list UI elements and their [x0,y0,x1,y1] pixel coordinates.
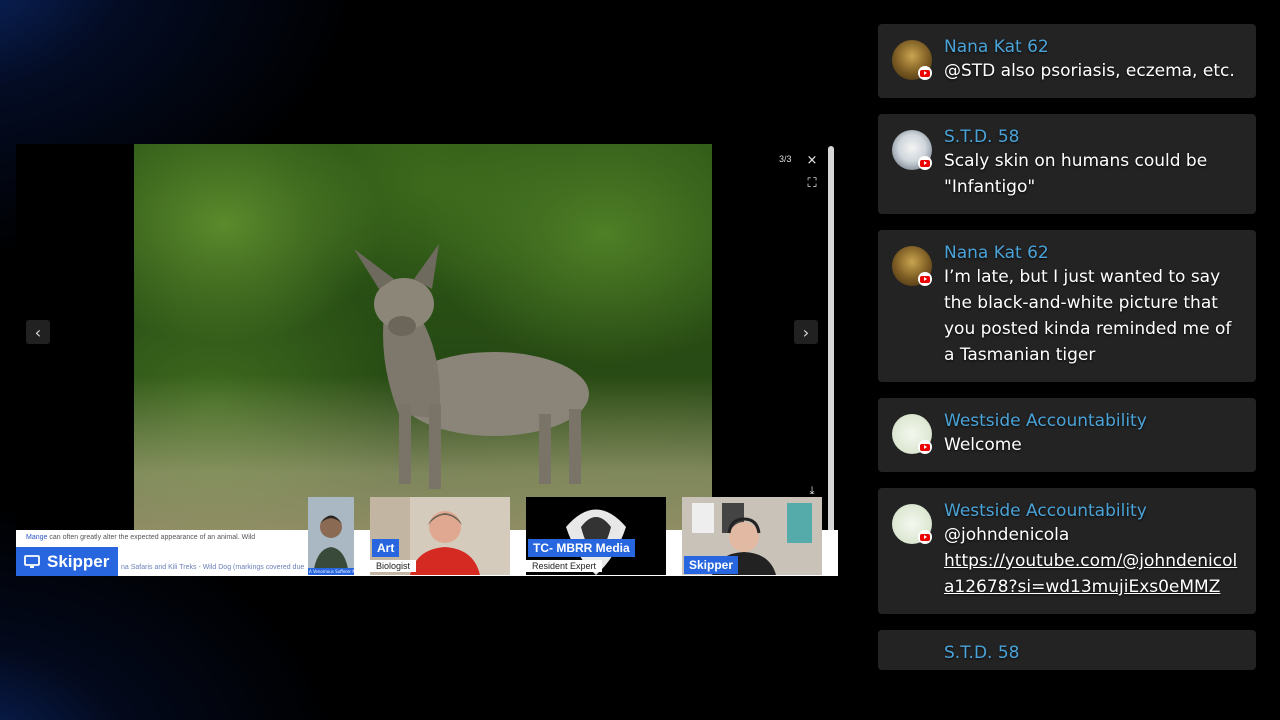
chat-author[interactable]: Westside Accountability [944,410,1242,432]
youtube-icon [918,530,932,544]
close-icon: × [806,152,818,168]
caption-line-1: Mange can often greatly alter the expect… [26,534,255,541]
youtube-icon [918,272,932,286]
chat-author[interactable]: Westside Accountability [944,500,1242,522]
chat-message-partial: S.T.D. 58 [878,630,1256,670]
fullscreen-button[interactable]: ⛶ [804,175,820,191]
download-icon: ⤓ [809,483,815,497]
close-viewer-button[interactable]: × [804,152,820,168]
next-image-button[interactable]: › [794,320,818,344]
chat-text: @johndenicola [944,525,1070,545]
scrollbar[interactable] [828,146,834,556]
video-tile-tc-mbrr[interactable]: TC- MBRR Media Resident Expert [526,497,666,575]
chevron-left-icon: ‹ [34,322,42,342]
video-tile-skipper[interactable]: Skipper [682,497,822,575]
chat-text: Scaly skin on humans could be "Infantigo… [944,151,1208,197]
tile-name-label: TC- MBRR Media [528,539,635,557]
youtube-icon [918,440,932,454]
youtube-icon [918,156,932,170]
tile-name-label: Skipper [684,556,739,574]
chat-text: @STD also psoriasis, eczema, etc. [944,61,1235,81]
presenter-name: Skipper [47,551,110,571]
tile-mini-name: A Venomous Sufferer Mind-sit [308,568,354,575]
download-button[interactable]: ⤓ [804,482,820,498]
monitor-icon [24,554,40,568]
presenter-banner: Skipper [16,547,118,576]
chat-author[interactable]: Nana Kat 62 [944,36,1242,58]
tile-role-label: Biologist [370,560,417,572]
caption-line-2: na Safaris and Kili Treks - Wild Dog (ma… [121,564,305,571]
chat-author[interactable]: Nana Kat 62 [944,242,1242,264]
live-chat: Nana Kat 62 @STD also psoriasis, eczema,… [878,24,1256,686]
fullscreen-icon: ⛶ [807,175,817,191]
chat-author[interactable]: S.T.D. 58 [944,642,1242,664]
chat-message: Nana Kat 62 @STD also psoriasis, eczema,… [878,24,1256,98]
shared-photo [134,144,712,530]
chat-text: I’m late, but I just wanted to say the b… [944,267,1232,365]
tile-role-label: Resident Expert [526,560,603,572]
stage: ‹ › 3/3 × ⛶ ⤓ Mange can often greatly al… [16,144,838,576]
caption-link[interactable]: Mange [26,534,47,541]
chevron-right-icon: › [802,322,810,342]
youtube-icon [918,66,932,80]
video-tile-art[interactable]: Art Biologist [370,497,510,575]
chat-message: Westside Accountability Welcome [878,398,1256,472]
chat-author[interactable]: S.T.D. 58 [944,126,1242,148]
previous-image-button[interactable]: ‹ [26,320,50,344]
chat-text: Welcome [944,435,1022,455]
dog-figure [354,244,589,489]
chat-message: S.T.D. 58 Scaly skin on humans could be … [878,114,1256,214]
chat-message: Nana Kat 62 I’m late, but I just wanted … [878,230,1256,382]
chat-message: Westside Accountability @johndenicola ht… [878,488,1256,614]
chat-link[interactable]: https://youtube.com/@johndenicola12678?s… [944,551,1237,597]
caption-text: can often greatly alter the expected app… [47,534,256,541]
participant-video [308,497,354,575]
tile-name-label: Art [372,539,400,557]
image-counter: 3/3 [779,154,792,164]
video-tile-guest[interactable]: A Venomous Sufferer Mind-sit [308,497,354,575]
